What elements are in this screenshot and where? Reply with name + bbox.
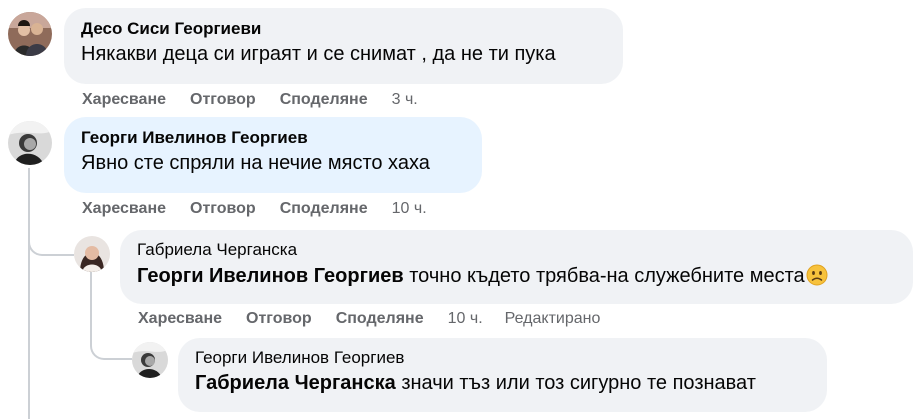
comment-timestamp[interactable]: 3 ч. [392,91,418,109]
comment-author[interactable]: Габриела Черганска [137,240,896,260]
reply-button[interactable]: Отговор [190,91,256,109]
like-button[interactable]: Харесване [82,200,166,218]
mention-link[interactable]: Габриела Черганска [195,372,396,394]
profile-photo-icon [74,236,110,272]
comment-text-body: значи тъз или тоз сигурно те познават [395,372,756,394]
like-button[interactable]: Харесване [82,91,166,109]
comment-text-body: точно където трябва-на служебните места [403,265,805,287]
profile-photo-icon [132,342,168,378]
comment-text: Някакви деца си играят и се снимат , да … [81,43,556,65]
thread-line [28,168,30,419]
share-button[interactable]: Споделяне [280,200,368,218]
avatar[interactable] [132,342,168,378]
avatar[interactable] [74,236,110,272]
comment-text: Георги Ивелинов Георгиев точно където тр… [137,264,896,288]
profile-photo-icon [8,121,52,165]
comment-bubble: Десо Сиси Георгиеви Някакви деца си игра… [64,8,623,84]
thread-line-nested [90,272,92,322]
share-button[interactable]: Споделяне [336,310,424,328]
thread-branch-nested [90,320,132,360]
comment-bubble: Георги Ивелинов Георгиев Габриела Черган… [178,338,827,412]
reply-button[interactable]: Отговор [190,200,256,218]
comment-author[interactable]: Десо Сиси Георгиеви [81,19,606,39]
comment-actions: Харесване Отговор Споделяне 10 ч. Редакт… [138,310,624,328]
comment-actions: Харесване Отговор Споделяне 10 ч. [82,200,449,218]
like-button[interactable]: Харесване [138,310,222,328]
edited-label: Редактирано [504,310,601,327]
share-button[interactable]: Споделяне [280,91,368,109]
comment-timestamp[interactable]: 10 ч. [392,200,427,218]
comment-text: Явно сте спряли на нечие място хаха [81,152,430,174]
thread-branch [28,222,74,256]
mention-link[interactable]: Георги Ивелинов Георгиев [137,265,404,287]
comment-text: Габриела Черганска значи тъз или тоз сиг… [195,372,810,395]
reply-button[interactable]: Отговор [246,310,312,328]
comment-bubble: Габриела Черганска Георги Ивелинов Георг… [120,230,913,304]
comment-actions: Харесване Отговор Споделяне 3 ч. [82,91,440,109]
comment-bubble-highlighted: Георги Ивелинов Георгиев Явно сте спряли… [64,117,482,193]
worried-face-emoji-icon [806,264,828,286]
avatar[interactable] [8,121,52,165]
comment-author[interactable]: Георги Ивелинов Георгиев [81,128,465,148]
profile-photo-icon [8,12,52,56]
comment-timestamp[interactable]: 10 ч. [448,310,483,328]
comment-author[interactable]: Георги Ивелинов Георгиев [195,348,810,368]
avatar[interactable] [8,12,52,56]
